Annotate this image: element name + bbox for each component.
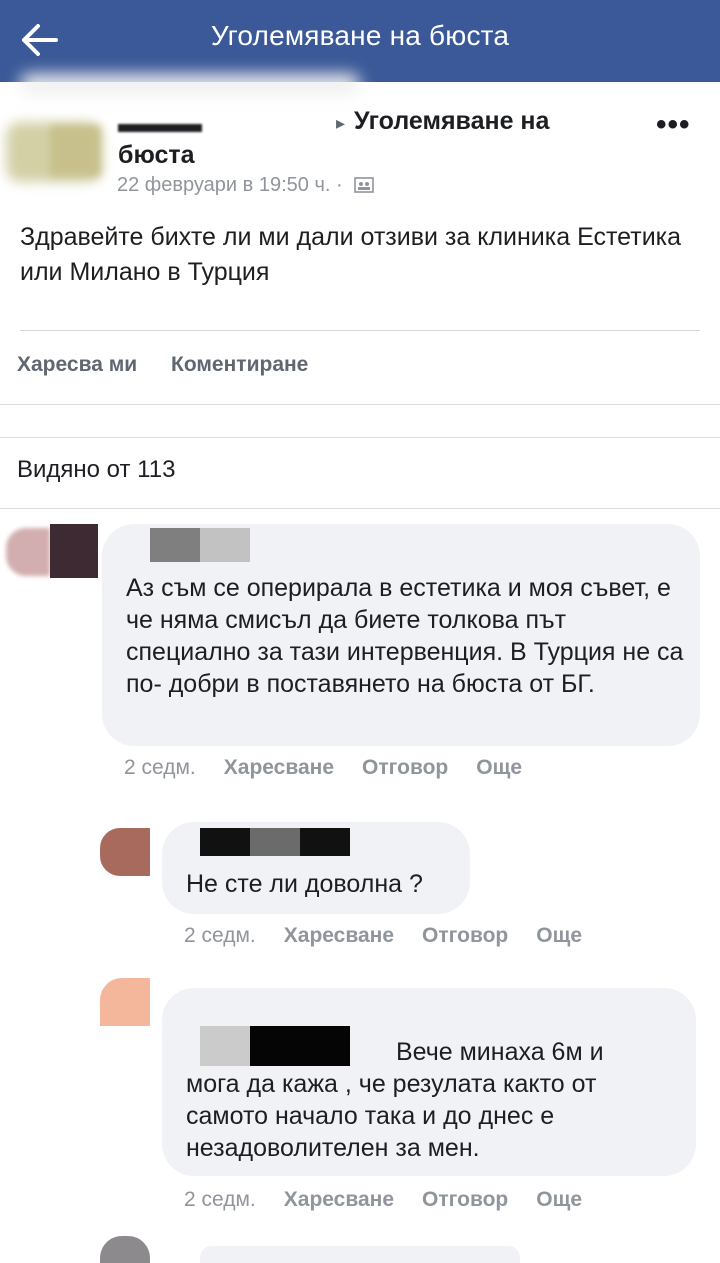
reply-meta: 2 седм. Харесване Отговор Още <box>184 924 582 948</box>
divider <box>20 330 700 331</box>
top-bar: Уголемяване на бюста <box>0 0 720 82</box>
reply2-name-redacted <box>200 1026 250 1066</box>
reply-reply-button[interactable]: Отговор <box>422 924 508 947</box>
reply-name-redacted-2 <box>250 828 300 856</box>
divider <box>0 508 720 509</box>
author-name-redacted <box>118 124 202 132</box>
commenter-avatar-redacted <box>6 528 50 576</box>
comment-button[interactable]: Коментиране <box>171 353 308 376</box>
reply2-text-line1: Вече минаха 6м и <box>396 1038 604 1066</box>
reply2-like-button[interactable]: Харесване <box>284 1188 394 1211</box>
reply2-more-button[interactable]: Още <box>536 1188 582 1211</box>
reply-avatar-redacted <box>100 828 150 876</box>
triangle-right-icon: ▸ <box>336 113 346 133</box>
comment-time[interactable]: 2 седм. <box>124 756 196 779</box>
commenter-name-redacted-2 <box>200 528 250 562</box>
reply2-name-redacted-2 <box>250 1026 350 1066</box>
reply-name-redacted <box>200 828 250 856</box>
post-body-text: Здравейте бихте ли ми дали отзиви за кли… <box>20 223 682 286</box>
commenter-avatar-redacted-2 <box>50 524 98 578</box>
post-actions: Харесва ми Коментиране <box>17 353 336 377</box>
reply-like-button[interactable]: Харесване <box>284 924 394 947</box>
comment-text: Аз съм се оперирала в естетика и моя съв… <box>126 574 684 698</box>
reply2-meta: 2 седм. Харесване Отговор Още <box>184 1188 582 1212</box>
more-dots-icon[interactable]: ••• <box>656 110 691 140</box>
reply2-text: мога да кажа , че резулата както от само… <box>186 1070 597 1162</box>
section-separator <box>0 404 720 438</box>
next-avatar-redacted <box>100 1236 150 1263</box>
page-title: Уголемяване на бюста <box>210 20 510 51</box>
group-audience-icon <box>354 176 375 200</box>
reply2-reply-button[interactable]: Отговор <box>422 1188 508 1211</box>
header-smudge <box>20 74 360 94</box>
author-avatar-redacted-2 <box>50 126 100 176</box>
reply-name-redacted-3 <box>300 828 350 856</box>
seen-by-count[interactable]: Видяно от 113 <box>17 456 175 484</box>
reply2-avatar-redacted <box>100 978 150 1026</box>
reply-text: Не сте ли доволна ? <box>186 870 423 898</box>
reply-more-button[interactable]: Още <box>536 924 582 947</box>
commenter-name-redacted <box>150 528 200 562</box>
post-timestamp[interactable]: 22 февруари в 19:50 ч. · <box>117 174 375 200</box>
next-bubble-partial <box>200 1246 520 1263</box>
comment-like-button[interactable]: Харесване <box>224 756 334 779</box>
like-button[interactable]: Харесва ми <box>17 353 137 376</box>
comment-more-button[interactable]: Още <box>476 756 522 779</box>
reply2-time[interactable]: 2 седм. <box>184 1188 256 1211</box>
reply-time[interactable]: 2 седм. <box>184 924 256 947</box>
comment-meta: 2 седм. Харесване Отговор Още <box>124 756 522 780</box>
comment-reply-button[interactable]: Отговор <box>362 756 448 779</box>
